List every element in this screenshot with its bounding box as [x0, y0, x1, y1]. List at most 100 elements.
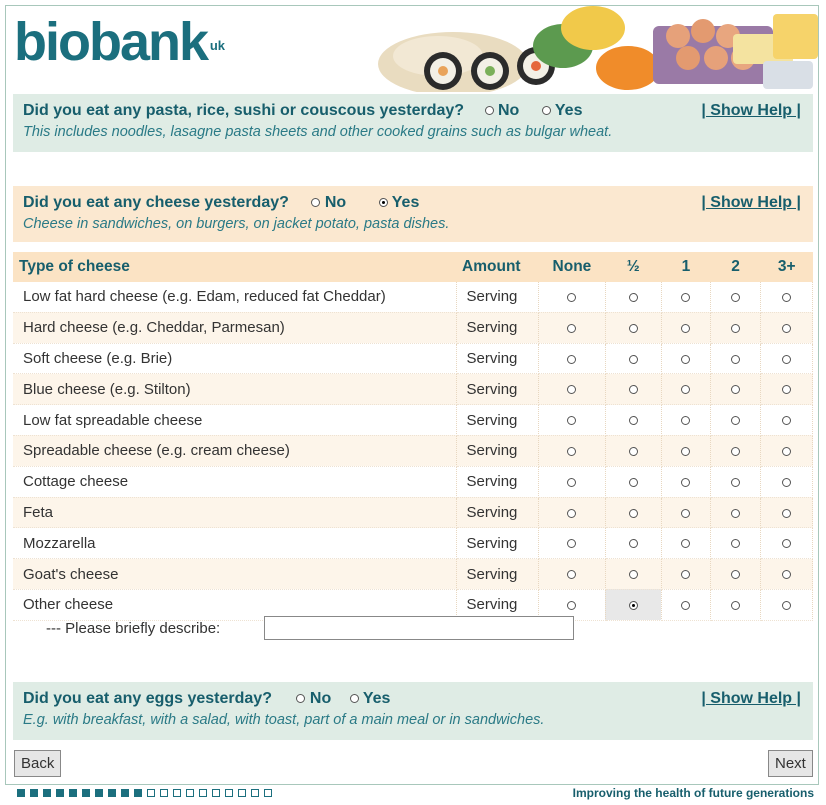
- radio-icon[interactable]: [681, 477, 691, 487]
- amount-option-cell[interactable]: [661, 343, 711, 375]
- amount-option-cell[interactable]: [605, 404, 662, 436]
- radio-icon[interactable]: [731, 570, 741, 580]
- radio-icon[interactable]: [628, 416, 638, 426]
- amount-option-cell[interactable]: [538, 527, 606, 560]
- radio-icon[interactable]: [681, 323, 691, 333]
- radio-icon[interactable]: [628, 570, 638, 580]
- radio-icon[interactable]: [782, 539, 792, 549]
- radio-icon[interactable]: [782, 600, 792, 610]
- amount-option-cell[interactable]: [760, 373, 813, 406]
- radio-icon[interactable]: [628, 292, 638, 302]
- amount-option-cell[interactable]: [760, 312, 813, 344]
- amount-option-cell[interactable]: [710, 527, 762, 560]
- amount-option-cell[interactable]: [710, 435, 762, 467]
- back-button[interactable]: Back: [14, 750, 62, 777]
- radio-icon[interactable]: [731, 477, 741, 487]
- amount-option-cell[interactable]: [605, 312, 662, 344]
- radio-icon[interactable]: [782, 508, 792, 518]
- pasta-no-option[interactable]: No: [484, 102, 519, 119]
- radio-icon[interactable]: [681, 292, 691, 302]
- next-button[interactable]: Next: [768, 750, 813, 777]
- radio-icon[interactable]: [731, 508, 741, 518]
- amount-option-cell[interactable]: [661, 497, 711, 529]
- radio-icon[interactable]: [484, 106, 494, 116]
- radio-icon[interactable]: [681, 600, 691, 610]
- amount-option-cell[interactable]: [710, 558, 762, 590]
- radio-selected-icon[interactable]: [628, 600, 638, 610]
- amount-option-cell[interactable]: [760, 497, 813, 529]
- radio-icon[interactable]: [782, 416, 792, 426]
- amount-option-cell[interactable]: [661, 404, 711, 436]
- amount-option-cell[interactable]: [538, 466, 606, 498]
- radio-icon[interactable]: [567, 323, 577, 333]
- amount-option-cell[interactable]: [760, 435, 813, 467]
- radio-icon[interactable]: [567, 416, 577, 426]
- radio-icon[interactable]: [731, 354, 741, 364]
- amount-option-cell[interactable]: [710, 343, 762, 375]
- radio-selected-icon[interactable]: [378, 198, 388, 208]
- radio-icon[interactable]: [541, 106, 551, 116]
- radio-icon[interactable]: [731, 539, 741, 549]
- radio-icon[interactable]: [567, 600, 577, 610]
- radio-icon[interactable]: [782, 323, 792, 333]
- amount-option-cell[interactable]: [538, 404, 606, 436]
- cheese-no-option[interactable]: No: [311, 194, 346, 211]
- amount-option-cell[interactable]: [605, 282, 662, 313]
- radio-icon[interactable]: [681, 539, 691, 549]
- amount-option-cell[interactable]: [538, 312, 606, 344]
- radio-icon[interactable]: [567, 477, 577, 487]
- radio-icon[interactable]: [681, 416, 691, 426]
- amount-option-cell[interactable]: [605, 373, 662, 406]
- radio-icon[interactable]: [731, 323, 741, 333]
- eggs-no-option[interactable]: No: [296, 690, 331, 707]
- show-help-link[interactable]: | Show Help |: [701, 102, 801, 120]
- radio-icon[interactable]: [628, 385, 638, 395]
- radio-icon[interactable]: [628, 539, 638, 549]
- amount-option-cell[interactable]: [605, 497, 662, 529]
- amount-option-cell[interactable]: [710, 404, 762, 436]
- amount-option-cell[interactable]: [538, 558, 606, 590]
- cheese-yes-option[interactable]: Yes: [378, 194, 419, 211]
- amount-option-cell[interactable]: [605, 558, 662, 590]
- amount-option-cell[interactable]: [760, 466, 813, 498]
- describe-input[interactable]: [264, 616, 574, 640]
- radio-icon[interactable]: [731, 416, 741, 426]
- radio-icon[interactable]: [628, 508, 638, 518]
- amount-option-cell[interactable]: [661, 312, 711, 344]
- radio-icon[interactable]: [567, 508, 577, 518]
- amount-option-cell[interactable]: [760, 282, 813, 313]
- amount-option-cell[interactable]: [661, 373, 711, 406]
- radio-icon[interactable]: [349, 694, 359, 704]
- amount-option-cell[interactable]: [760, 527, 813, 560]
- radio-icon[interactable]: [782, 292, 792, 302]
- radio-icon[interactable]: [782, 570, 792, 580]
- amount-option-cell[interactable]: [605, 527, 662, 560]
- amount-option-cell[interactable]: [710, 282, 762, 313]
- radio-icon[interactable]: [311, 198, 321, 208]
- amount-option-cell[interactable]: [760, 343, 813, 375]
- amount-option-cell[interactable]: [710, 497, 762, 529]
- amount-option-cell[interactable]: [538, 373, 606, 406]
- amount-option-cell[interactable]: [661, 527, 711, 560]
- eggs-yes-option[interactable]: Yes: [349, 690, 390, 707]
- amount-option-cell[interactable]: [661, 466, 711, 498]
- amount-option-cell[interactable]: [605, 435, 662, 467]
- pasta-yes-option[interactable]: Yes: [541, 102, 582, 119]
- amount-option-cell[interactable]: [605, 343, 662, 375]
- radio-icon[interactable]: [567, 292, 577, 302]
- amount-option-cell[interactable]: [538, 497, 606, 529]
- radio-icon[interactable]: [681, 354, 691, 364]
- radio-icon[interactable]: [782, 354, 792, 364]
- amount-option-cell[interactable]: [538, 343, 606, 375]
- amount-option-cell[interactable]: [661, 282, 711, 313]
- amount-option-cell[interactable]: [661, 558, 711, 590]
- radio-icon[interactable]: [731, 600, 741, 610]
- radio-icon[interactable]: [628, 354, 638, 364]
- radio-icon[interactable]: [681, 508, 691, 518]
- amount-option-cell[interactable]: [710, 373, 762, 406]
- radio-icon[interactable]: [731, 292, 741, 302]
- radio-icon[interactable]: [628, 446, 638, 456]
- radio-icon[interactable]: [567, 385, 577, 395]
- amount-option-cell[interactable]: [538, 282, 606, 313]
- show-help-link[interactable]: | Show Help |: [701, 194, 801, 212]
